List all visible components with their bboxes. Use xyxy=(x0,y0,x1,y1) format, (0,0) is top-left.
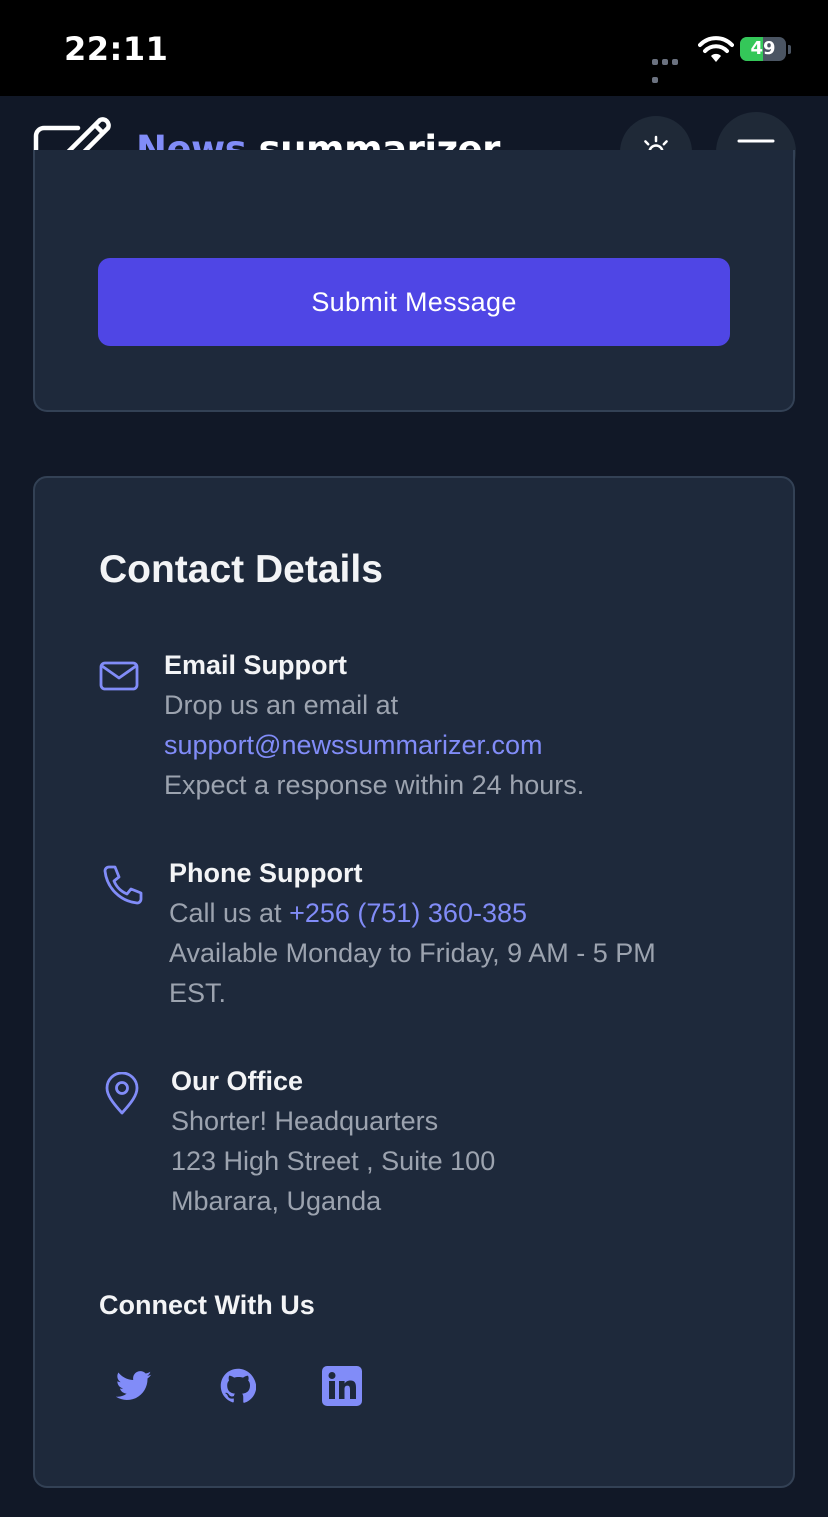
connect-title: Connect With Us xyxy=(99,1290,315,1320)
phone-icon xyxy=(103,865,143,905)
wifi-icon xyxy=(698,36,734,62)
github-link[interactable] xyxy=(216,1364,260,1408)
twitter-link[interactable] xyxy=(112,1364,156,1408)
battery-percent: 49 xyxy=(750,38,776,59)
phone-support-hours: Available Monday to Friday, 9 AM - 5 PM xyxy=(169,938,656,968)
email-support-link[interactable]: support@newssummarizer.com xyxy=(164,730,543,761)
phone-number-link[interactable]: +256 (751) 360-385 xyxy=(289,898,527,928)
phone-support-timezone: EST. xyxy=(169,978,227,1008)
battery-charging-icon: 49 xyxy=(740,37,792,63)
contact-details-card xyxy=(33,476,795,1488)
office-street: 123 High Street , Suite 100 xyxy=(171,1146,496,1176)
twitter-icon xyxy=(116,1371,152,1400)
phone-support-title: Phone Support xyxy=(169,858,363,888)
office-name: Shorter! Headquarters xyxy=(171,1106,439,1136)
contact-details-title: Contact Details xyxy=(99,548,383,591)
mail-icon xyxy=(99,661,139,691)
email-support-title: Email Support xyxy=(164,650,348,680)
email-support-text: Drop us an email at xyxy=(164,690,399,720)
status-time: 22:11 xyxy=(64,30,169,68)
map-pin-icon xyxy=(105,1072,139,1115)
phone-support-call-line: Call us at +256 (751) 360-385 xyxy=(169,898,527,929)
linkedin-icon xyxy=(322,1366,362,1406)
status-bar: 22:11 49 xyxy=(0,0,828,96)
submit-message-button[interactable]: Submit Message xyxy=(98,258,730,346)
github-icon xyxy=(220,1368,256,1403)
office-city: Mbarara, Uganda xyxy=(171,1186,382,1216)
cellular-signal-icon xyxy=(652,52,690,83)
office-title: Our Office xyxy=(171,1066,304,1096)
linkedin-link[interactable] xyxy=(320,1364,364,1408)
phone-call-prefix: Call us at xyxy=(169,898,290,928)
email-support-response: Expect a response within 24 hours. xyxy=(164,770,585,800)
